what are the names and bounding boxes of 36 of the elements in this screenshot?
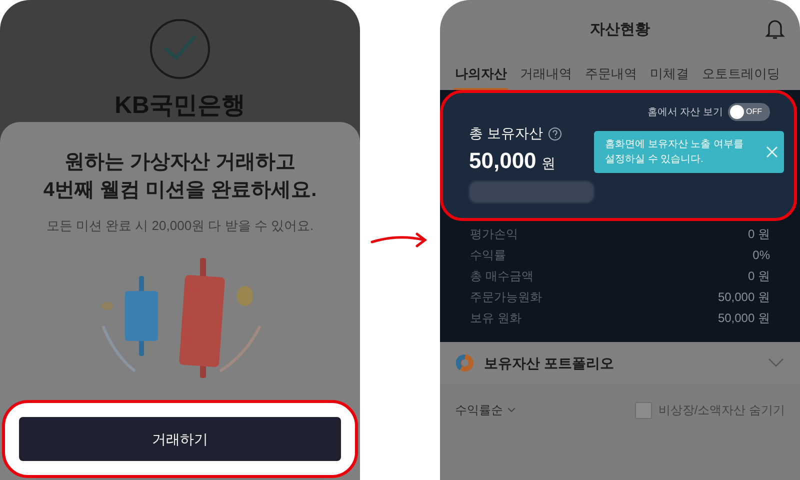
row-label: 주문가능원화 bbox=[470, 288, 542, 306]
chevron-down-icon bbox=[507, 407, 516, 413]
total-assets-label: 총 보유자산 bbox=[469, 124, 543, 143]
row-label: 수익률 bbox=[470, 246, 506, 264]
tooltip-text: 홈화면에 보유자산 노출 여부를 설정하실 수 있습니다. bbox=[605, 138, 744, 167]
donut-chart-icon bbox=[456, 354, 474, 372]
total-assets-amount: 50,000 bbox=[469, 147, 536, 175]
checkbox[interactable] bbox=[635, 402, 652, 418]
checkbox-label: 비상장/소액자산 숨기기 bbox=[658, 402, 785, 419]
row-value: 0 원 bbox=[748, 268, 770, 284]
check-circle-icon bbox=[149, 18, 211, 80]
tab[interactable]: 미체결 bbox=[649, 60, 690, 90]
sheet-subtitle: 모든 미션 완료 시 20,000원 다 받을 수 있어요. bbox=[46, 217, 314, 235]
toggle-knob bbox=[730, 105, 744, 119]
row-value: 0% bbox=[752, 246, 770, 264]
tab[interactable]: 거래내역 bbox=[519, 60, 573, 90]
home-assets-toggle[interactable]: OFF bbox=[728, 103, 770, 121]
screen-title: 자산현황 bbox=[590, 20, 650, 40]
help-icon[interactable] bbox=[548, 126, 562, 140]
trade-button[interactable]: 거래하기 bbox=[19, 417, 341, 461]
tab[interactable]: 주문내역 bbox=[584, 60, 638, 90]
portfolio-title: 보유자산 포트폴리오 bbox=[484, 354, 614, 372]
row-value: 50,000 원 bbox=[718, 288, 770, 306]
row-label: 평가손익 bbox=[470, 226, 518, 242]
sheet-title: 4번째 웰컴 미션을 완료하세요. bbox=[43, 178, 317, 203]
toggle-state: OFF bbox=[746, 106, 762, 118]
currency-unit: 원 bbox=[541, 154, 556, 173]
tab[interactable]: 오토트레이딩 bbox=[701, 60, 781, 90]
row-value: 0 원 bbox=[748, 226, 770, 242]
row-label: 총 매수금액 bbox=[470, 268, 534, 284]
row-value: 50,000 원 bbox=[718, 310, 770, 326]
row-label: 보유 원화 bbox=[470, 310, 522, 326]
sheet-title: 원하는 가상자산 거래하고 bbox=[64, 150, 296, 175]
sort-dropdown[interactable]: 수익률순 bbox=[455, 401, 516, 419]
toggle-label: 홈에서 자산 보기 bbox=[647, 106, 723, 120]
notification-bell-icon[interactable] bbox=[765, 18, 785, 40]
